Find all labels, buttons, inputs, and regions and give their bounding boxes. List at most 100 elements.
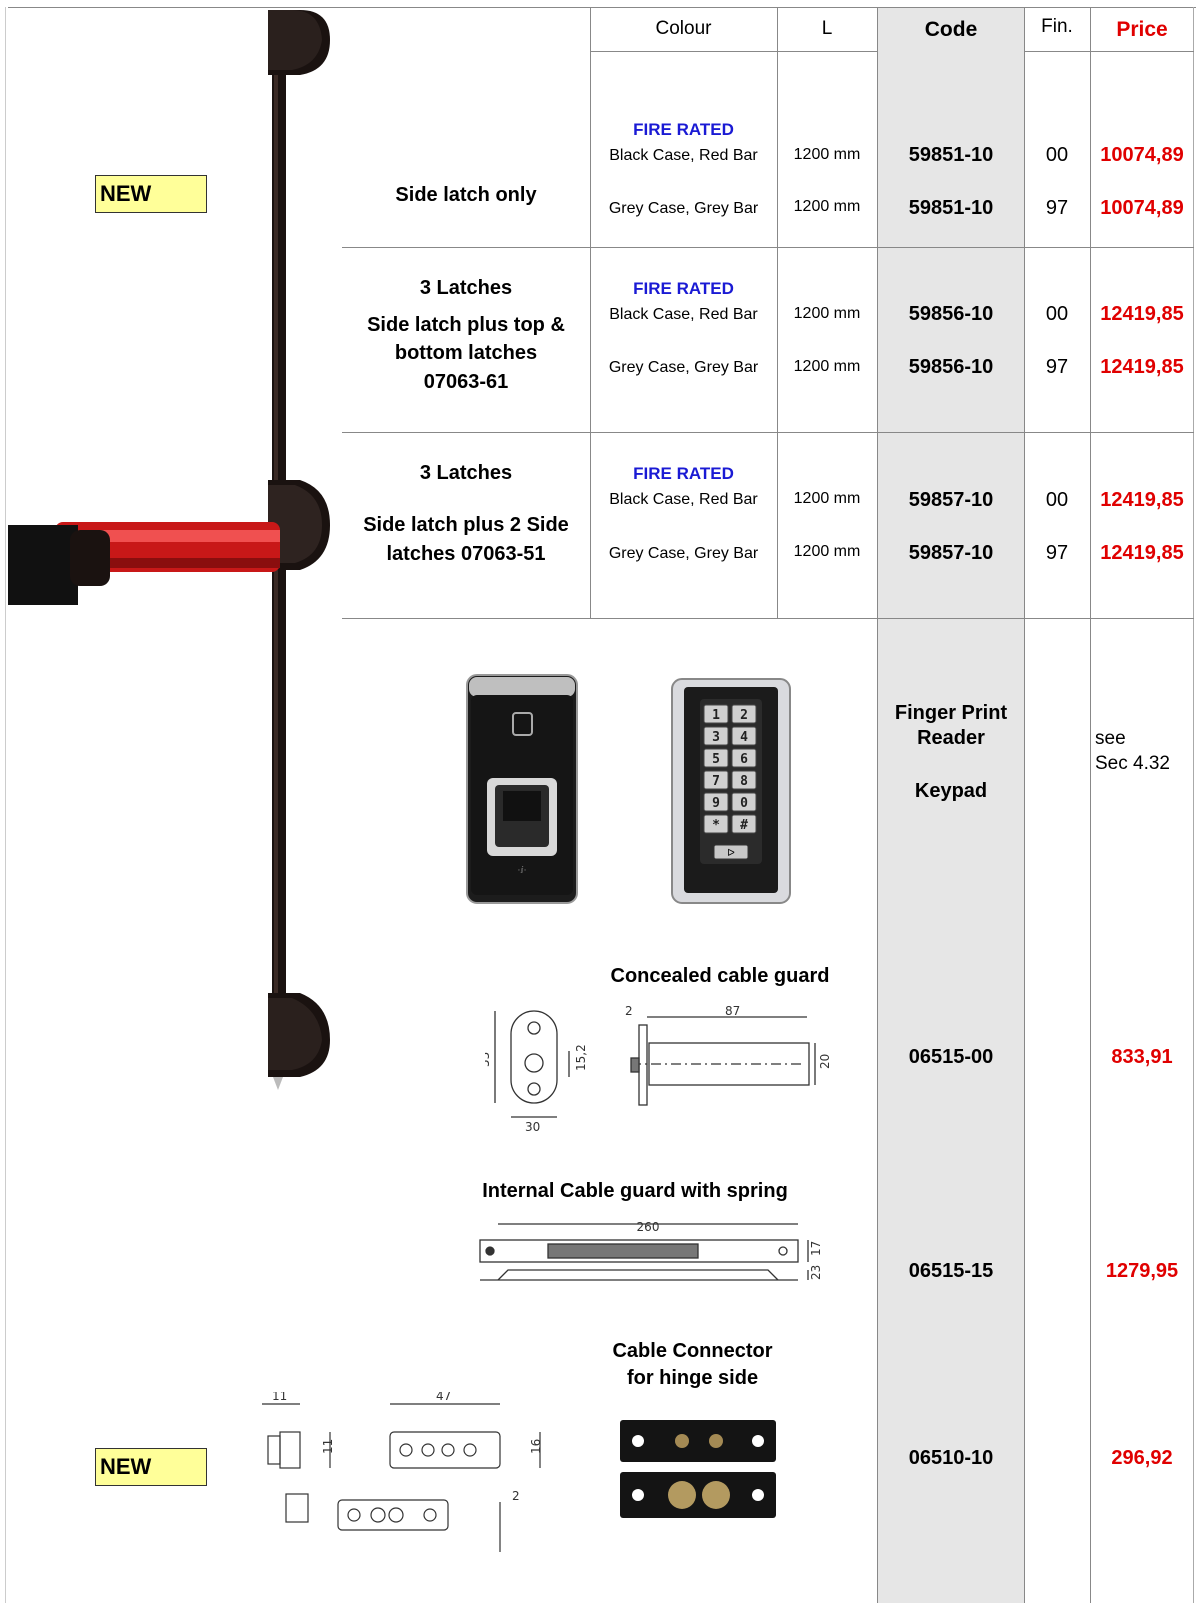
internal-guard-drawing: 260 17 23 bbox=[479, 1220, 823, 1281]
price-cell: 12419,85 bbox=[1100, 356, 1184, 378]
dim-label: 15,2 bbox=[574, 1044, 588, 1071]
connector-title: Cable Connector bbox=[612, 1340, 773, 1362]
price-cell: 10074,89 bbox=[1100, 144, 1184, 166]
header-code: Code bbox=[924, 18, 978, 41]
keypad-key-label: 2 bbox=[740, 708, 748, 723]
code-cell: 59857-10 bbox=[908, 489, 994, 511]
product-title: 3 Latches bbox=[419, 462, 513, 484]
fin-cell: 00 bbox=[1045, 489, 1069, 511]
code-cell: 59857-10 bbox=[908, 542, 994, 564]
colour-cell: Grey Case, Grey Bar bbox=[608, 545, 759, 562]
fingerprint-reader-image: ·ⅈ· bbox=[466, 674, 578, 904]
connector-photo bbox=[620, 1420, 776, 1518]
keypad-image: 1 2 3 4 5 6 7 8 9 0 * # ᐅ bbox=[671, 678, 791, 904]
fire-rated-label: FIRE RATED bbox=[633, 279, 734, 298]
connector-subtitle: for hinge side bbox=[626, 1367, 759, 1389]
keypad-key-label: 8 bbox=[740, 774, 748, 789]
product-title: Side latch only bbox=[395, 184, 537, 206]
svg-text:·ⅈ·: ·ⅈ· bbox=[518, 866, 527, 876]
svg-text:ᐅ: ᐅ bbox=[727, 847, 735, 859]
row-divider-1 bbox=[342, 247, 1194, 248]
fire-rated-label: FIRE RATED bbox=[633, 120, 734, 139]
dim-label: 23 bbox=[809, 1265, 823, 1280]
keypad-key-label: 7 bbox=[712, 774, 720, 789]
dim-label: 17 bbox=[809, 1241, 823, 1256]
colour-cell: Grey Case, Grey Bar bbox=[608, 359, 759, 376]
cable-guard-drawing: 55 30 15,2 2 87 20 bbox=[485, 1005, 830, 1134]
internal-guard-code: 06515-15 bbox=[908, 1260, 994, 1282]
length-cell: 1200 mm bbox=[793, 358, 861, 375]
dim-label: 11 bbox=[272, 1392, 287, 1403]
dim-label: 2 bbox=[512, 1489, 520, 1503]
cable-guard-code: 06515-00 bbox=[908, 1046, 994, 1068]
colour-cell: Black Case, Red Bar bbox=[609, 306, 758, 323]
keypad-key-label: 4 bbox=[740, 730, 748, 745]
price-cell: 10074,89 bbox=[1100, 197, 1184, 219]
keypad-code: Keypad bbox=[914, 780, 988, 802]
internal-guard-title: Internal Cable guard with spring bbox=[482, 1180, 788, 1202]
keypad-key-label: 9 bbox=[712, 796, 720, 811]
header-l: L bbox=[821, 18, 833, 39]
product-subtitle: Side latch plus 2 Side bbox=[363, 514, 569, 536]
price-cell: 12419,85 bbox=[1100, 542, 1184, 564]
header-colour: Colour bbox=[655, 18, 712, 39]
price-see-label: see bbox=[1095, 728, 1126, 749]
fin-cell: 97 bbox=[1045, 197, 1069, 219]
keypad-key-label: * bbox=[712, 818, 720, 833]
price-section-ref: Sec 4.32 bbox=[1095, 753, 1170, 774]
price-cell: 12419,85 bbox=[1100, 489, 1184, 511]
row-divider-3 bbox=[342, 618, 1194, 619]
dim-label: 16 bbox=[529, 1439, 543, 1454]
code-cell: 59856-10 bbox=[908, 303, 994, 325]
dim-label: 47 bbox=[436, 1392, 451, 1403]
product-title: 3 Latches bbox=[419, 277, 513, 299]
code-cell: 59851-10 bbox=[908, 144, 994, 166]
connector-code: 06510-10 bbox=[908, 1447, 994, 1469]
product-subtitle: bottom latches bbox=[394, 342, 538, 364]
new-badge: NEW bbox=[95, 1448, 207, 1486]
internal-guard-price: 1279,95 bbox=[1105, 1260, 1179, 1282]
keypad-key-label: 3 bbox=[712, 730, 720, 745]
panic-bar-image bbox=[8, 10, 330, 1090]
dim-label: 11 bbox=[321, 1439, 335, 1454]
dim-label: 55 bbox=[485, 1052, 492, 1067]
product-subtitle: 07063-61 bbox=[423, 371, 509, 393]
product-subtitle: latches 07063-51 bbox=[386, 543, 546, 565]
reader-code-line1: Finger Print bbox=[894, 702, 1008, 724]
colour-cell: Grey Case, Grey Bar bbox=[608, 200, 759, 217]
header-fin: Fin. bbox=[1041, 16, 1073, 37]
keypad-key-label: 0 bbox=[740, 796, 748, 811]
keypad-key-label: 6 bbox=[740, 752, 748, 767]
colour-cell: Black Case, Red Bar bbox=[609, 491, 758, 508]
length-cell: 1200 mm bbox=[793, 146, 861, 163]
cable-guard-title: Concealed cable guard bbox=[610, 965, 830, 987]
reader-code-line2: Reader bbox=[917, 727, 985, 749]
new-badge: NEW bbox=[95, 175, 207, 213]
price-cell: 12419,85 bbox=[1100, 303, 1184, 325]
code-cell: 59851-10 bbox=[908, 197, 994, 219]
code-cell: 59856-10 bbox=[908, 356, 994, 378]
header-bottom-line-right bbox=[1024, 51, 1194, 52]
dim-label: 260 bbox=[637, 1220, 660, 1234]
keypad-key-label: 5 bbox=[712, 752, 720, 767]
length-cell: 1200 mm bbox=[793, 198, 861, 215]
fin-cell: 00 bbox=[1045, 144, 1069, 166]
length-cell: 1200 mm bbox=[793, 543, 861, 560]
dim-label: 20 bbox=[818, 1054, 830, 1069]
dim-label: 30 bbox=[525, 1120, 540, 1134]
colour-cell: Black Case, Red Bar bbox=[609, 147, 758, 164]
keypad-key-label: 1 bbox=[712, 708, 720, 723]
keypad-key-label: # bbox=[740, 818, 748, 833]
connector-price: 296,92 bbox=[1111, 1447, 1173, 1469]
row-divider-2 bbox=[342, 432, 1194, 433]
connector-drawing: 11 11 47 16 2 bbox=[262, 1392, 543, 1552]
dim-label: 2 bbox=[625, 1005, 633, 1018]
fire-rated-label: FIRE RATED bbox=[633, 464, 734, 483]
product-subtitle: Side latch plus top & bbox=[367, 314, 565, 336]
cable-guard-price: 833,91 bbox=[1111, 1046, 1173, 1068]
header-price: Price bbox=[1116, 18, 1168, 41]
length-cell: 1200 mm bbox=[793, 305, 861, 322]
header-bottom-line bbox=[590, 51, 878, 52]
dim-label: 87 bbox=[725, 1005, 740, 1018]
length-cell: 1200 mm bbox=[793, 490, 861, 507]
